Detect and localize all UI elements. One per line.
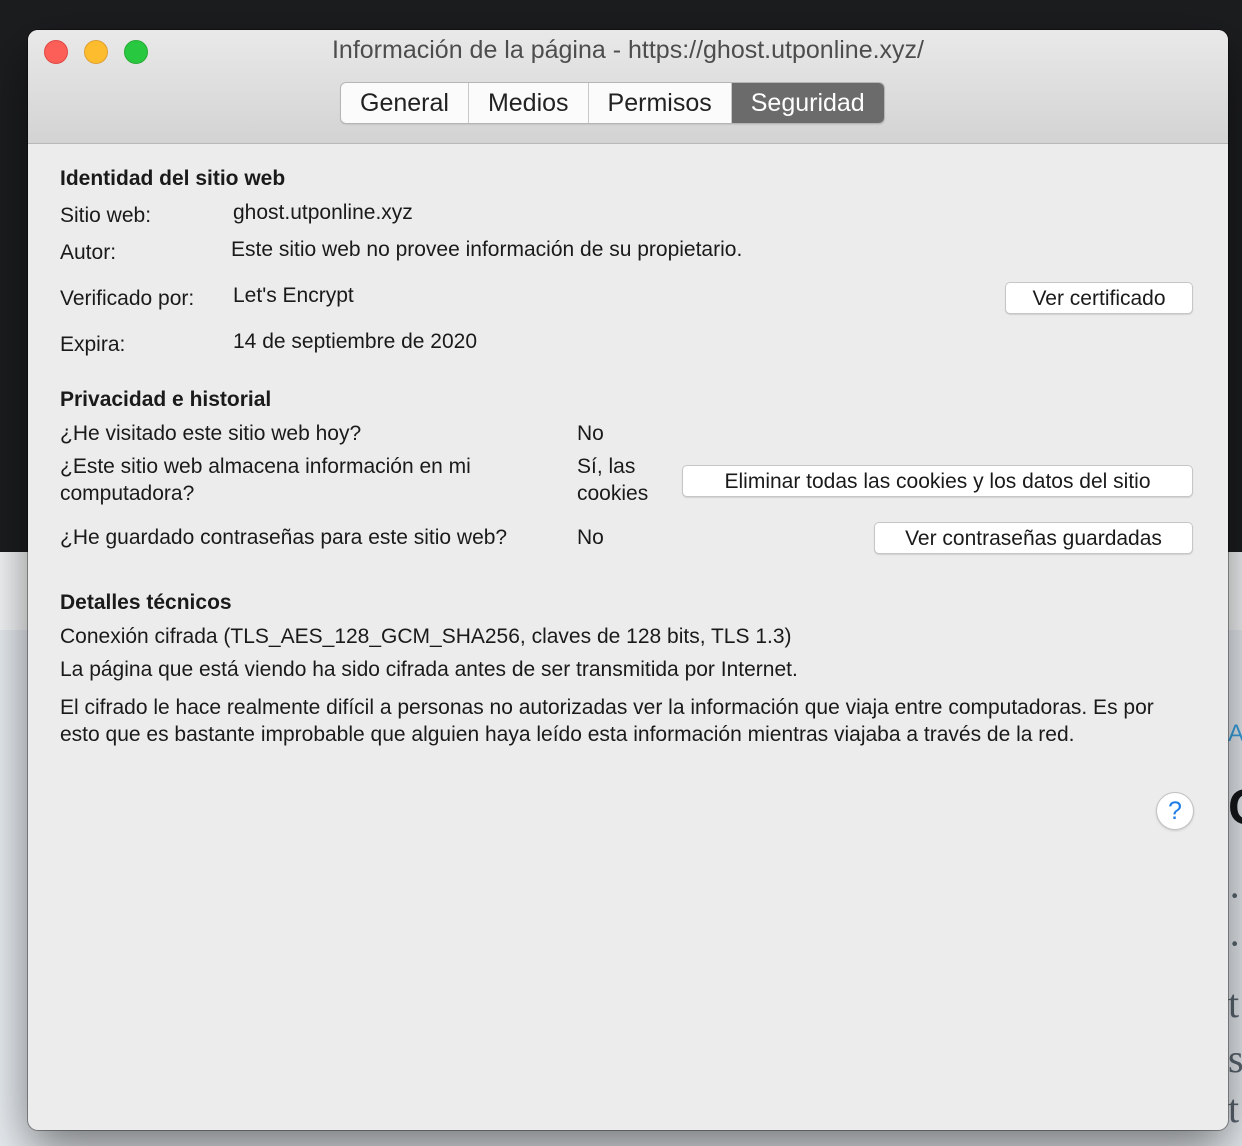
help-button[interactable]: ?	[1156, 792, 1194, 830]
expires-label: Expira:	[60, 333, 126, 356]
passwords-question: ¿He guardado contraseñas para este sitio…	[60, 526, 508, 549]
tab-general[interactable]: General	[341, 83, 469, 123]
tab-media[interactable]: Medios	[469, 83, 589, 123]
tab-bar: General Medios Permisos Seguridad	[340, 82, 885, 124]
passwords-answer: No	[577, 526, 604, 549]
expires-value: 14 de septiembre de 2020	[233, 330, 478, 353]
verified-by-value: Let's Encrypt	[233, 284, 354, 307]
background-glyph: t	[1228, 981, 1240, 1026]
background-glyph: A	[1228, 720, 1242, 747]
privacy-heading: Privacidad e historial	[60, 388, 272, 411]
visited-question: ¿He visitado este sitio web hoy?	[60, 422, 362, 445]
technical-heading: Detalles técnicos	[60, 591, 232, 614]
website-label: Sitio web:	[60, 204, 152, 227]
clear-cookies-button[interactable]: Eliminar todas las cookies y los datos d…	[682, 465, 1193, 497]
identity-heading: Identidad del sitio web	[60, 167, 286, 190]
tab-security[interactable]: Seguridad	[731, 83, 884, 123]
website-value: ghost.utponline.xyz	[233, 201, 413, 224]
visited-answer: No	[577, 422, 604, 445]
stores-answer: Sí, las cookies	[577, 455, 649, 505]
background-glyph: C	[1228, 778, 1242, 836]
stores-question: ¿Este sitio web almacena información en …	[60, 455, 471, 505]
background-glyph: ·'	[1228, 921, 1242, 966]
page-info-window: Información de la página - https://ghost…	[28, 30, 1228, 1130]
view-certificate-button[interactable]: Ver certificado	[1005, 282, 1193, 314]
verified-by-label: Verificado por:	[60, 287, 195, 310]
encrypted-note: La página que está viendo ha sido cifrad…	[60, 658, 798, 681]
background-glyph: t	[1228, 1086, 1240, 1131]
connection-details: Conexión cifrada (TLS_AES_128_GCM_SHA256…	[60, 625, 792, 648]
view-saved-passwords-button[interactable]: Ver contraseñas guardadas	[874, 522, 1193, 554]
author-value: Este sitio web no provee información de …	[231, 238, 743, 261]
titlebar: Información de la página - https://ghost…	[28, 30, 1228, 144]
background-glyph: ·,	[1228, 873, 1242, 918]
encryption-explanation: El cifrado le hace realmente difícil a p…	[60, 696, 1154, 746]
background-glyph: s	[1228, 1036, 1242, 1081]
tab-permissions[interactable]: Permisos	[589, 83, 732, 123]
author-label: Autor:	[60, 241, 117, 264]
window-title: Información de la página - https://ghost…	[331, 36, 925, 64]
